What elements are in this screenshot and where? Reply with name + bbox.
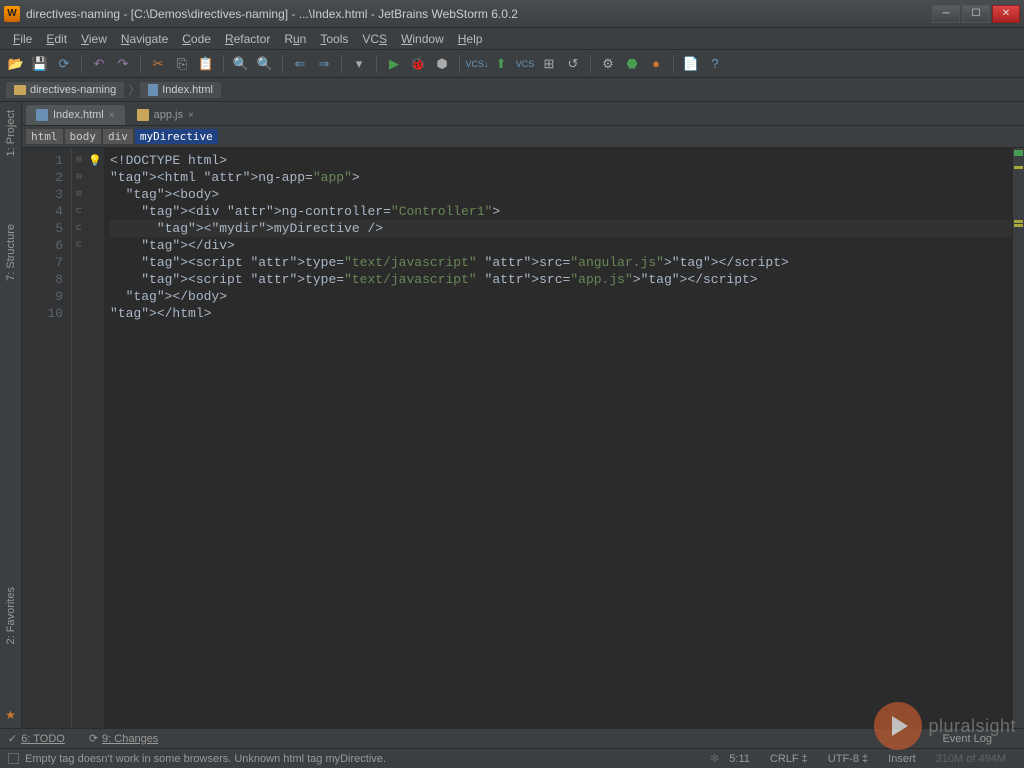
- play-circle-icon: [874, 702, 922, 750]
- menu-tools[interactable]: Tools: [313, 29, 355, 49]
- menu-run[interactable]: Run: [277, 29, 313, 49]
- paste-icon[interactable]: 📋: [196, 54, 216, 74]
- navigation-bar: directives-naming 〉 Index.html: [0, 78, 1024, 102]
- close-button[interactable]: ✕: [992, 5, 1020, 23]
- nav-project[interactable]: directives-naming: [6, 82, 124, 98]
- tab-label: app.js: [154, 109, 183, 121]
- tool-structure[interactable]: 7: Structure: [3, 220, 19, 285]
- window-title: directives-naming - [C:\Demos\directives…: [26, 7, 932, 21]
- file-encoding[interactable]: UTF-8 ‡: [828, 753, 868, 765]
- code-editor[interactable]: 12345678910 ⊟⊟⊟⊏⊏⊏ 💡 <!DOCTYPE html>"tag…: [22, 148, 1024, 728]
- left-tool-strip: 1: Project 7: Structure 2: Favorites ★: [0, 102, 22, 728]
- app-logo-icon: W: [4, 6, 20, 22]
- menu-edit[interactable]: Edit: [39, 29, 74, 49]
- settings-icon[interactable]: ⚙: [598, 54, 618, 74]
- menu-code[interactable]: Code: [175, 29, 218, 49]
- sync-icon[interactable]: ⟳: [54, 54, 74, 74]
- run-config-icon[interactable]: ▾: [349, 54, 369, 74]
- close-tab-icon[interactable]: ×: [109, 110, 115, 121]
- redo-icon[interactable]: ↷: [113, 54, 133, 74]
- tab-label: Index.html: [53, 109, 104, 121]
- project-structure-icon[interactable]: ⬣: [622, 54, 642, 74]
- undo-icon[interactable]: ↶: [89, 54, 109, 74]
- menu-navigate[interactable]: Navigate: [114, 29, 175, 49]
- vcs-update-icon[interactable]: VCS↓: [467, 54, 487, 74]
- spinner-icon: ✻: [710, 752, 719, 765]
- line-separator[interactable]: CRLF ‡: [770, 753, 808, 765]
- minimize-button[interactable]: ─: [932, 5, 960, 23]
- fold-gutter[interactable]: ⊟⊟⊟⊏⊏⊏: [72, 148, 86, 728]
- menu-file[interactable]: File: [6, 29, 39, 49]
- debug-icon[interactable]: 🐞: [408, 54, 428, 74]
- vcs-commit-icon[interactable]: ⬆: [491, 54, 511, 74]
- cut-icon[interactable]: ✂: [148, 54, 168, 74]
- code-content[interactable]: <!DOCTYPE html>"tag"><html "attr">ng-app…: [104, 148, 1012, 728]
- nav-file[interactable]: Index.html: [140, 82, 221, 98]
- editor-tabs: Index.html × app.js ×: [22, 102, 1024, 126]
- warning-marker[interactable]: [1014, 224, 1023, 227]
- tool-todo[interactable]: ✓ 6: TODO: [8, 732, 65, 745]
- html-breadcrumb: html body div myDirective: [22, 126, 1024, 148]
- line-numbers: 12345678910: [22, 148, 72, 728]
- maximize-button[interactable]: ☐: [962, 5, 990, 23]
- vcs-history-icon[interactable]: VCS: [515, 54, 535, 74]
- tool-favorites[interactable]: 2: Favorites: [3, 583, 19, 648]
- insert-mode[interactable]: Insert: [888, 753, 916, 765]
- replace-icon[interactable]: 🔍: [255, 54, 275, 74]
- star-icon[interactable]: ★: [5, 708, 16, 722]
- status-checkbox[interactable]: [8, 753, 19, 764]
- menu-view[interactable]: View: [74, 29, 114, 49]
- file-icon: [148, 84, 158, 96]
- bc-body[interactable]: body: [65, 129, 102, 144]
- coverage-icon[interactable]: ⬢: [432, 54, 452, 74]
- status-bar: Empty tag doesn't work in some browsers.…: [0, 748, 1024, 768]
- tool-changes[interactable]: ⟳ 9: Changes: [89, 732, 158, 745]
- close-tab-icon[interactable]: ×: [188, 110, 194, 121]
- menu-window[interactable]: Window: [394, 29, 451, 49]
- menu-help[interactable]: Help: [451, 29, 490, 49]
- bc-div[interactable]: div: [103, 129, 133, 144]
- folder-icon: [14, 85, 26, 95]
- menu-refactor[interactable]: Refactor: [218, 29, 277, 49]
- memory-indicator[interactable]: 310M of 494M: [936, 753, 1006, 765]
- bottom-tool-strip: ✓ 6: TODO ⟳ 9: Changes Event Log: [0, 728, 1024, 748]
- find-icon[interactable]: 🔍: [231, 54, 251, 74]
- save-icon[interactable]: 💾: [30, 54, 50, 74]
- title-bar: W directives-naming - [C:\Demos\directiv…: [0, 0, 1024, 28]
- bc-mydirective[interactable]: myDirective: [135, 129, 218, 144]
- bc-html[interactable]: html: [26, 129, 63, 144]
- warning-marker[interactable]: [1014, 166, 1023, 169]
- run-icon[interactable]: ▶: [384, 54, 404, 74]
- vcs-revert-icon[interactable]: ↺: [563, 54, 583, 74]
- html-file-icon: [36, 109, 48, 121]
- menu-vcs[interactable]: VCS: [355, 29, 394, 49]
- cursor-position[interactable]: 5:11: [729, 753, 750, 765]
- new-scratch-icon[interactable]: 📄: [681, 54, 701, 74]
- sdk-icon[interactable]: ●: [646, 54, 666, 74]
- watermark: pluralsight: [874, 702, 1016, 750]
- status-message: Empty tag doesn't work in some browsers.…: [25, 753, 710, 765]
- watermark-text: pluralsight: [928, 716, 1016, 737]
- forward-icon[interactable]: ⇒: [314, 54, 334, 74]
- open-icon[interactable]: 📂: [6, 54, 26, 74]
- copy-icon[interactable]: ⎘: [172, 54, 192, 74]
- js-file-icon: [137, 109, 149, 121]
- menu-bar: File Edit View Navigate Code Refactor Ru…: [0, 28, 1024, 50]
- error-stripe[interactable]: [1012, 148, 1024, 728]
- help-icon[interactable]: ?: [705, 54, 725, 74]
- vcs-diff-icon[interactable]: ⊞: [539, 54, 559, 74]
- main-toolbar: 📂 💾 ⟳ ↶ ↷ ✂ ⎘ 📋 🔍 🔍 ⇐ ⇒ ▾ ▶ 🐞 ⬢ VCS↓ ⬆ V…: [0, 50, 1024, 78]
- inspection-ok-icon: [1014, 150, 1023, 156]
- tab-index-html[interactable]: Index.html ×: [26, 105, 125, 125]
- back-icon[interactable]: ⇐: [290, 54, 310, 74]
- tool-project[interactable]: 1: Project: [3, 106, 19, 160]
- tab-app-js[interactable]: app.js ×: [127, 105, 204, 125]
- icon-gutter: 💡: [86, 148, 104, 728]
- warning-marker[interactable]: [1014, 220, 1023, 223]
- intention-bulb-icon[interactable]: 💡: [88, 156, 102, 168]
